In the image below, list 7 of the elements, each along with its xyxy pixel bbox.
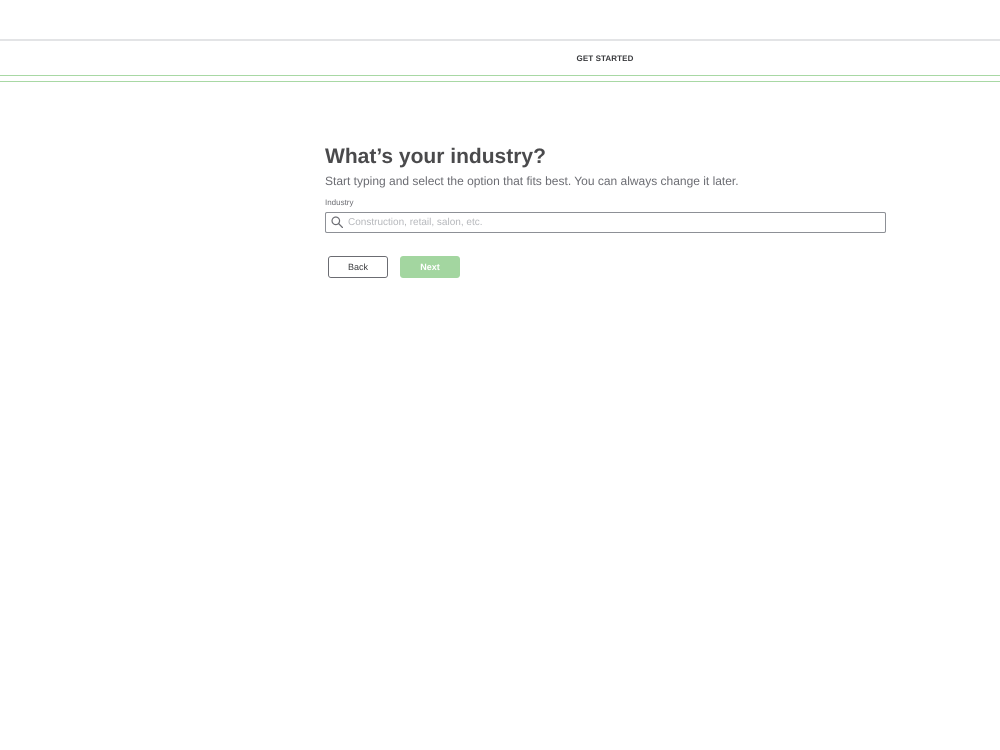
back-button[interactable]: Back: [328, 256, 388, 278]
header-title: GET STARTED: [576, 54, 634, 62]
page-subtitle: Start typing and select the option that fits best. You can always change it later.: [325, 173, 740, 189]
search-icon: [331, 216, 343, 228]
page-heading: What’s your industry?: [325, 144, 547, 170]
industry-search-field[interactable]: Construction, retail, salon, etc.: [325, 212, 886, 233]
field-label: Industry: [325, 198, 354, 208]
